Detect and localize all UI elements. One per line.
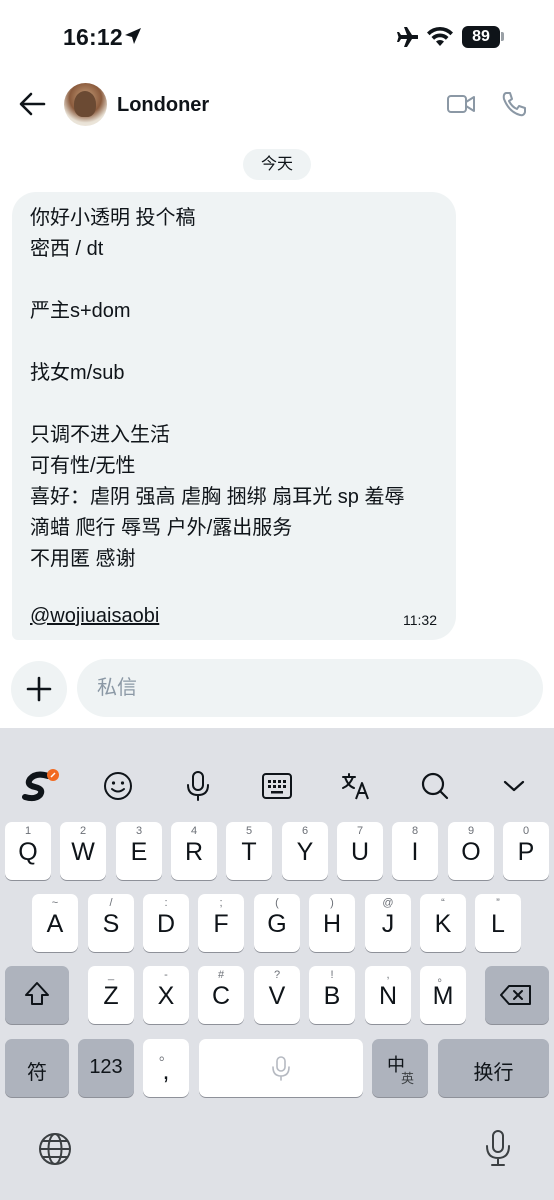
status-time: 16:12 bbox=[63, 24, 123, 50]
key-r[interactable]: 4R bbox=[171, 822, 217, 880]
key-b[interactable]: ! B bbox=[309, 966, 355, 1024]
message-line: 你好小透明 投个稿 bbox=[30, 207, 196, 229]
return-key[interactable]: 换行 bbox=[438, 1039, 549, 1097]
key-i[interactable]: 8I bbox=[392, 822, 438, 880]
key-n[interactable]: ,N bbox=[365, 966, 411, 1024]
key-j[interactable]: @ J bbox=[365, 894, 411, 952]
phone-call-icon[interactable] bbox=[500, 90, 528, 118]
key-e[interactable]: 3E bbox=[116, 822, 162, 880]
message-line: 滴蜡 爬行 辱骂 户外/露出服务 bbox=[30, 517, 293, 539]
key-p[interactable]: 0P bbox=[503, 822, 549, 880]
message-line: 密西 / dt bbox=[30, 238, 104, 260]
message-line: 只调不进入生活 bbox=[30, 424, 170, 446]
status-bar: 16:12 89 bbox=[0, 0, 554, 74]
search-icon[interactable] bbox=[420, 771, 450, 801]
chevron-down-icon[interactable] bbox=[502, 778, 526, 794]
key-q[interactable]: 1Q bbox=[5, 822, 51, 880]
key-x[interactable]: -X bbox=[143, 966, 189, 1024]
message-time: 11:32 bbox=[403, 612, 437, 628]
back-arrow-icon[interactable] bbox=[16, 88, 48, 120]
voice-input-icon[interactable] bbox=[184, 770, 212, 802]
symbols-key[interactable]: 符 bbox=[5, 1039, 69, 1097]
contact-name[interactable]: Londoner bbox=[117, 94, 209, 117]
chat-header: Londoner bbox=[0, 74, 554, 136]
key-u[interactable]: 7U bbox=[337, 822, 383, 880]
message-line: 可有性/无性 bbox=[30, 455, 136, 477]
shift-key[interactable] bbox=[5, 966, 69, 1024]
language-switch-key[interactable]: 中 英 bbox=[372, 1039, 428, 1097]
message-composer[interactable] bbox=[77, 659, 543, 717]
key-o[interactable]: 9O bbox=[448, 822, 494, 880]
space-key[interactable] bbox=[199, 1039, 363, 1097]
keyboard: 1Q 2W 3E 4R 5T 6Y 7U 8I 9O 0P ~ A / S :D ;… bbox=[0, 728, 554, 1200]
video-call-icon[interactable] bbox=[446, 90, 476, 118]
punctuation-key[interactable]: 。, bbox=[143, 1039, 189, 1097]
keyboard-switch-icon[interactable] bbox=[261, 772, 293, 800]
globe-icon[interactable] bbox=[37, 1131, 73, 1167]
message-bubble[interactable]: 你好小透明 投个稿 密西 / dt 严主s+dom 找女m/sub 只调不进入生… bbox=[12, 192, 456, 640]
numbers-key[interactable]: 123 bbox=[78, 1039, 134, 1097]
mention-link[interactable]: @wojiuaisaobi bbox=[30, 605, 159, 628]
location-arrow-icon bbox=[125, 28, 141, 44]
key-w[interactable]: 2W bbox=[60, 822, 106, 880]
key-f[interactable]: ; F bbox=[198, 894, 244, 952]
key-c[interactable]: # C bbox=[198, 966, 244, 1024]
sogou-logo-icon[interactable] bbox=[22, 768, 60, 804]
backspace-icon bbox=[500, 985, 531, 1005]
add-media-button[interactable] bbox=[11, 661, 67, 717]
key-h[interactable]: ) H bbox=[309, 894, 355, 952]
key-s[interactable]: / S bbox=[88, 894, 134, 952]
key-y[interactable]: 6Y bbox=[282, 822, 328, 880]
key-g[interactable]: (G bbox=[254, 894, 300, 952]
message-input[interactable] bbox=[97, 659, 517, 717]
translate-icon[interactable] bbox=[340, 771, 372, 801]
plus-icon bbox=[26, 676, 52, 702]
message-line: 不用匿 感谢 bbox=[30, 548, 136, 570]
key-v[interactable]: ? V bbox=[254, 966, 300, 1024]
battery-tip bbox=[501, 32, 504, 41]
key-k[interactable]: “K bbox=[420, 894, 466, 952]
message-line: 严主s+dom bbox=[30, 300, 131, 322]
key-d[interactable]: :D bbox=[143, 894, 189, 952]
emoji-icon[interactable] bbox=[102, 770, 134, 802]
key-a[interactable]: ~ A bbox=[32, 894, 78, 952]
avatar[interactable] bbox=[64, 83, 107, 126]
key-t[interactable]: 5T bbox=[226, 822, 272, 880]
microphone-icon bbox=[272, 1056, 290, 1081]
date-separator: 今天 bbox=[243, 149, 311, 180]
message-line: 喜好：虐阴 强高 虐胸 捆绑 扇耳光 sp 羞辱 bbox=[30, 486, 405, 508]
key-m[interactable]: 。 M bbox=[420, 966, 466, 1024]
delete-key[interactable] bbox=[485, 966, 549, 1024]
key-z[interactable]: _ Z bbox=[88, 966, 134, 1024]
key-l[interactable]: ” L bbox=[475, 894, 521, 952]
shift-arrow-icon bbox=[25, 982, 49, 1005]
wifi-icon bbox=[427, 26, 453, 46]
battery-indicator: 89 bbox=[462, 26, 500, 48]
airplane-mode-icon bbox=[397, 27, 418, 47]
message-line: 找女m/sub bbox=[30, 362, 125, 384]
dictation-mic-icon[interactable] bbox=[483, 1128, 513, 1168]
